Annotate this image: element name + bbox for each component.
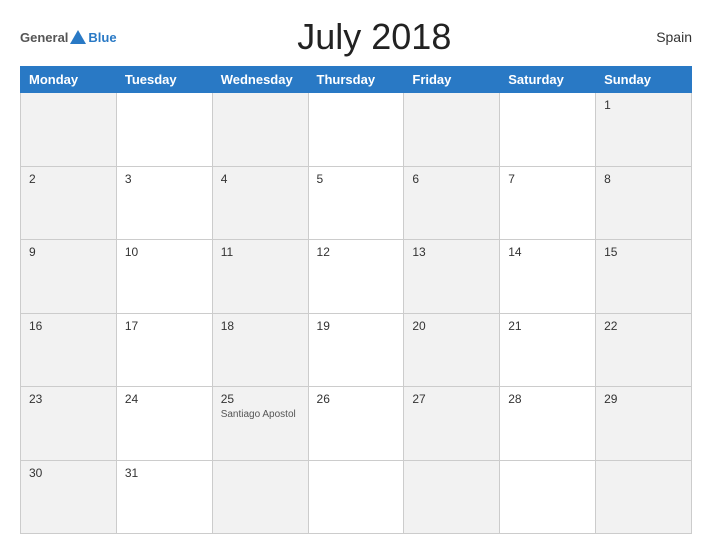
day-number: 15	[604, 245, 683, 259]
day-number: 12	[317, 245, 396, 259]
day-cell-w0-d6: 1	[596, 93, 692, 167]
day-number: 8	[604, 172, 683, 186]
day-number: 13	[412, 245, 491, 259]
day-cell-w4-d1: 24	[116, 387, 212, 461]
day-cell-w0-d2	[212, 93, 308, 167]
day-number: 27	[412, 392, 491, 406]
day-cell-w3-d6: 22	[596, 313, 692, 387]
day-number: 18	[221, 319, 300, 333]
day-cell-w1-d0: 2	[21, 166, 117, 240]
day-number: 19	[317, 319, 396, 333]
day-number: 29	[604, 392, 683, 406]
day-cell-w0-d3	[308, 93, 404, 167]
header-saturday: Saturday	[500, 67, 596, 93]
week-row-3: 16 17 18 19 20 21 22	[21, 313, 692, 387]
logo-blue-text: Blue	[88, 30, 116, 45]
calendar-table: Monday Tuesday Wednesday Thursday Friday…	[20, 66, 692, 534]
day-cell-w0-d1	[116, 93, 212, 167]
weekday-header-row: Monday Tuesday Wednesday Thursday Friday…	[21, 67, 692, 93]
day-cell-w2-d1: 10	[116, 240, 212, 314]
day-cell-w5-d5	[500, 460, 596, 534]
day-cell-w2-d2: 11	[212, 240, 308, 314]
calendar-title: July 2018	[117, 16, 632, 58]
day-number: 23	[29, 392, 108, 406]
day-number: 7	[508, 172, 587, 186]
day-cell-w5-d6	[596, 460, 692, 534]
day-event: Santiago Apostol	[221, 409, 296, 420]
header-tuesday: Tuesday	[116, 67, 212, 93]
week-row-2: 9 10 11 12 13 14 15	[21, 240, 692, 314]
week-row-1: 2 3 4 5 6 7 8	[21, 166, 692, 240]
day-number: 21	[508, 319, 587, 333]
day-cell-w2-d6: 15	[596, 240, 692, 314]
day-number: 14	[508, 245, 587, 259]
day-cell-w4-d6: 29	[596, 387, 692, 461]
header-thursday: Thursday	[308, 67, 404, 93]
day-number: 28	[508, 392, 587, 406]
day-number: 30	[29, 466, 108, 480]
day-number: 2	[29, 172, 108, 186]
day-cell-w4-d3: 26	[308, 387, 404, 461]
week-row-0: 1	[21, 93, 692, 167]
day-cell-w2-d0: 9	[21, 240, 117, 314]
logo-general-text: General	[20, 30, 68, 45]
day-number: 9	[29, 245, 108, 259]
header-wednesday: Wednesday	[212, 67, 308, 93]
calendar-page: General Blue July 2018 Spain Monday Tues…	[0, 0, 712, 550]
day-number: 31	[125, 466, 204, 480]
week-row-5: 30 31	[21, 460, 692, 534]
day-cell-w1-d2: 4	[212, 166, 308, 240]
day-cell-w3-d3: 19	[308, 313, 404, 387]
day-cell-w0-d4	[404, 93, 500, 167]
day-cell-w4-d0: 23	[21, 387, 117, 461]
header: General Blue July 2018 Spain	[20, 16, 692, 58]
day-cell-w1-d3: 5	[308, 166, 404, 240]
day-cell-w1-d6: 8	[596, 166, 692, 240]
day-cell-w5-d1: 31	[116, 460, 212, 534]
day-cell-w5-d4	[404, 460, 500, 534]
country-label: Spain	[632, 29, 692, 45]
day-number: 4	[221, 172, 300, 186]
day-cell-w3-d1: 17	[116, 313, 212, 387]
day-cell-w4-d4: 27	[404, 387, 500, 461]
day-cell-w3-d0: 16	[21, 313, 117, 387]
day-cell-w5-d3	[308, 460, 404, 534]
day-number: 24	[125, 392, 204, 406]
day-number: 11	[221, 245, 300, 259]
logo: General Blue	[20, 30, 117, 45]
day-cell-w3-d4: 20	[404, 313, 500, 387]
day-number: 5	[317, 172, 396, 186]
day-cell-w0-d5	[500, 93, 596, 167]
day-cell-w5-d0: 30	[21, 460, 117, 534]
day-number: 16	[29, 319, 108, 333]
day-cell-w3-d2: 18	[212, 313, 308, 387]
day-number: 3	[125, 172, 204, 186]
day-number: 26	[317, 392, 396, 406]
header-sunday: Sunday	[596, 67, 692, 93]
day-cell-w4-d2: 25 Santiago Apostol	[212, 387, 308, 461]
day-cell-w1-d1: 3	[116, 166, 212, 240]
day-cell-w4-d5: 28	[500, 387, 596, 461]
day-cell-w1-d4: 6	[404, 166, 500, 240]
day-cell-w0-d0	[21, 93, 117, 167]
day-cell-w3-d5: 21	[500, 313, 596, 387]
day-number: 10	[125, 245, 204, 259]
day-cell-w5-d2	[212, 460, 308, 534]
day-number: 22	[604, 319, 683, 333]
day-number: 6	[412, 172, 491, 186]
day-cell-w2-d4: 13	[404, 240, 500, 314]
day-cell-w2-d3: 12	[308, 240, 404, 314]
day-number: 20	[412, 319, 491, 333]
day-number: 1	[604, 98, 683, 112]
logo-triangle-icon	[70, 30, 86, 44]
day-number: 17	[125, 319, 204, 333]
header-friday: Friday	[404, 67, 500, 93]
week-row-4: 23 24 25 Santiago Apostol 26 27 28 29	[21, 387, 692, 461]
header-monday: Monday	[21, 67, 117, 93]
day-cell-w1-d5: 7	[500, 166, 596, 240]
day-cell-w2-d5: 14	[500, 240, 596, 314]
day-number: 25	[221, 392, 300, 406]
